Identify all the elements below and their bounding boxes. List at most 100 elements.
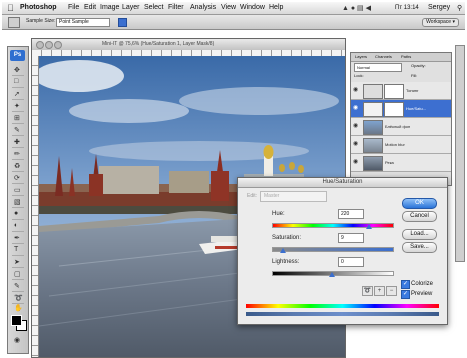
hand-tool-icon[interactable]: ✋ (12, 303, 24, 313)
healing-brush-tool-icon[interactable]: ✚ (12, 137, 24, 148)
clone-stamp-tool-icon[interactable]: ♻ (12, 161, 24, 172)
layer-mask-thumbnail (384, 84, 404, 99)
colorize-label: Colorize (411, 281, 434, 287)
lock-label: Lock: (354, 73, 364, 78)
load-button[interactable]: Load... (402, 229, 437, 240)
menu-window[interactable]: Window (240, 4, 265, 11)
preview-checkbox[interactable]: ✓ (401, 290, 410, 299)
menu-user[interactable]: Sergey (428, 4, 450, 11)
colorize-checkbox[interactable]: ✓ (401, 280, 410, 289)
tab-layers[interactable]: Layers (355, 54, 367, 59)
eye-icon[interactable]: ◉ (353, 159, 359, 165)
menu-help[interactable]: Help (269, 4, 283, 11)
layer-row[interactable]: ◉ Блёклый фон (351, 118, 451, 136)
palette-well-icon[interactable] (118, 18, 127, 27)
layer-thumbnail (363, 120, 383, 135)
layer-row[interactable]: ◉ Тонинг (351, 82, 451, 100)
marquee-tool-icon[interactable]: □ (12, 77, 24, 88)
layer-mask-thumbnail (384, 102, 404, 117)
layer-thumbnail (363, 138, 383, 153)
menu-bar:  Photoshop File Edit Image Layer Select… (2, 2, 465, 15)
lasso-tool-icon[interactable]: ➚ (12, 89, 24, 100)
menu-app[interactable]: Photoshop (20, 4, 57, 11)
eraser-tool-icon[interactable]: ▭ (12, 185, 24, 196)
slice-tool-icon[interactable]: ✎ (12, 125, 24, 136)
eye-icon[interactable]: ◉ (353, 105, 359, 111)
blend-mode-select[interactable]: Normal (354, 63, 402, 72)
tab-channels[interactable]: Channels (375, 54, 392, 59)
quick-mask-icon[interactable]: ◉ (12, 335, 24, 345)
cancel-button[interactable]: Cancel (402, 211, 437, 222)
opacity-label: Opacity: (411, 63, 426, 68)
hue-slider-thumb[interactable] (365, 224, 372, 229)
lightness-slider-thumb[interactable] (329, 272, 335, 277)
dodge-tool-icon[interactable]: ◐ (12, 221, 24, 232)
menu-clock: Пт 13:14 (395, 5, 419, 11)
tab-paths[interactable]: Paths (401, 54, 411, 59)
save-button[interactable]: Save... (402, 242, 437, 253)
lightness-label: Lightness: (272, 259, 300, 265)
edit-select[interactable]: Master (260, 191, 327, 202)
foreground-color-swatch[interactable] (11, 315, 22, 326)
apple-menu-icon[interactable]:  (7, 3, 14, 13)
move-tool-icon[interactable]: ✥ (12, 65, 24, 76)
eyedropper-minus-icon[interactable]: − (386, 286, 397, 296)
path-selection-tool-icon[interactable]: ➤ (12, 257, 24, 268)
layer-row[interactable]: ◉ Река (351, 154, 451, 172)
sample-size-select[interactable]: Point Sample (56, 18, 110, 27)
menu-file[interactable]: File (68, 4, 79, 11)
zoom-window-icon[interactable] (54, 41, 62, 49)
eyedropper-icon[interactable]: ➰ (362, 286, 373, 296)
menu-analysis[interactable]: Analysis (190, 4, 216, 11)
menu-edit[interactable]: Edit (84, 4, 96, 11)
color-bar-top (246, 304, 439, 308)
saturation-slider-thumb[interactable] (279, 248, 286, 253)
menu-layer[interactable]: Layer (122, 4, 140, 11)
menu-view[interactable]: View (221, 4, 236, 11)
layer-name: Motion blur (385, 142, 405, 147)
layer-row[interactable]: ◉ Motion blur (351, 136, 451, 154)
close-window-icon[interactable] (36, 41, 44, 49)
lightness-input[interactable]: 0 (338, 257, 364, 267)
history-brush-tool-icon[interactable]: ⟳ (12, 173, 24, 184)
layers-panel-tabs: Layers Channels Paths (351, 53, 451, 62)
eye-icon[interactable]: ◉ (353, 123, 359, 129)
ruler-vertical[interactable] (32, 56, 39, 357)
shape-tool-icon[interactable]: ▢ (12, 269, 24, 280)
toolbox: Ps ✥ □ ➚ ✦ ⊞ ✎ ✚ ✏ ♻ ⟳ ▭ ▧ ● ◐ ✒ T ➤ ▢ ✎… (7, 46, 29, 354)
workspace-button[interactable]: Workspace ▾ (422, 18, 459, 27)
brush-tool-icon[interactable]: ✏ (12, 149, 24, 160)
minimize-window-icon[interactable] (45, 41, 53, 49)
blur-tool-icon[interactable]: ● (12, 209, 24, 220)
eyedropper-tool-icon[interactable] (8, 17, 20, 28)
eye-icon[interactable]: ◉ (353, 141, 359, 147)
pen-tool-icon[interactable]: ✒ (12, 233, 24, 244)
panel-scrollbar[interactable] (455, 45, 465, 262)
layer-name: Река (385, 160, 394, 165)
type-tool-icon[interactable]: T (12, 245, 24, 256)
edit-label: Edit: (247, 193, 258, 199)
saturation-label: Saturation: (272, 235, 302, 241)
hue-slider-track[interactable] (272, 223, 394, 228)
saturation-slider-track[interactable] (272, 247, 394, 252)
eye-icon[interactable]: ◉ (353, 87, 359, 93)
eyedropper-plus-icon[interactable]: + (374, 286, 385, 296)
hue-input[interactable]: 220 (338, 209, 364, 219)
menu-select[interactable]: Select (144, 4, 163, 11)
layers-panel: Layers Channels Paths Normal Opacity: Lo… (350, 52, 452, 186)
saturation-input[interactable]: 9 (338, 233, 364, 243)
fill-label: Fill: (411, 73, 418, 78)
spotlight-icon[interactable]: ⚲ (457, 4, 462, 12)
photoshop-logo-icon[interactable]: Ps (10, 50, 25, 61)
sample-size-label: Sample Size: (26, 18, 56, 24)
document-title: Mini-IT @ 75,6% (Hue/Saturation 1, Layer… (102, 41, 215, 47)
notes-tool-icon[interactable]: ✎ (12, 281, 24, 292)
menu-image[interactable]: Image (100, 4, 119, 11)
menu-filter[interactable]: Filter (168, 4, 184, 11)
magic-wand-tool-icon[interactable]: ✦ (12, 101, 24, 112)
crop-tool-icon[interactable]: ⊞ (12, 113, 24, 124)
gradient-tool-icon[interactable]: ▧ (12, 197, 24, 208)
ok-button[interactable]: OK (402, 198, 437, 209)
options-bar: Sample Size: Point Sample Workspace ▾ (2, 15, 465, 30)
layer-row-selected[interactable]: ◉ Hue/Satu... (351, 100, 451, 118)
